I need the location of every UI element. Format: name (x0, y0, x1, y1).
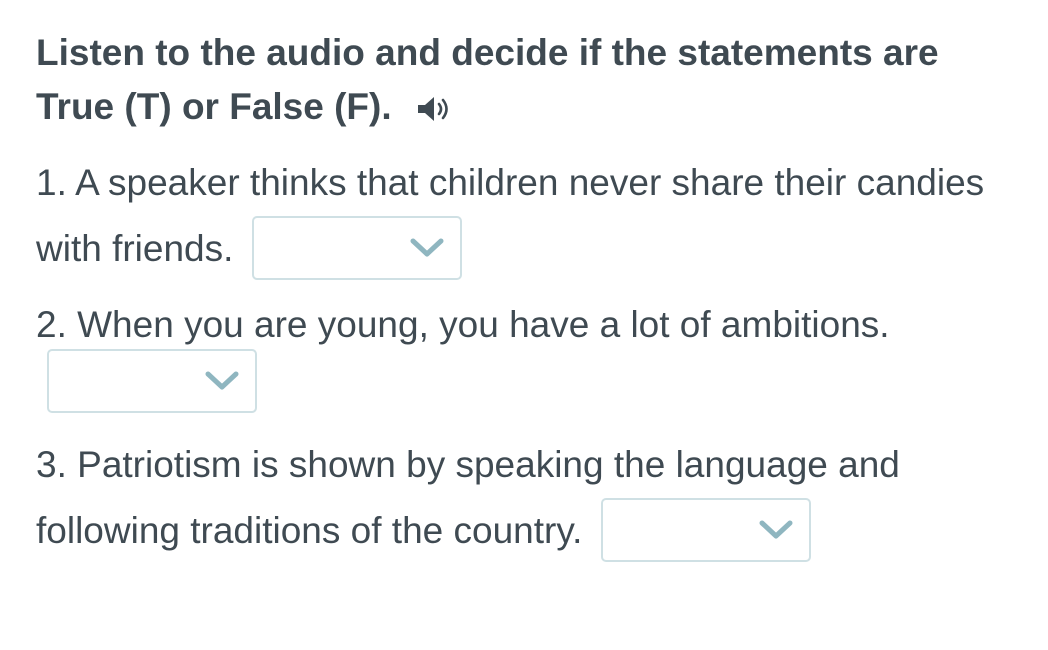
question-2-answer (47, 349, 257, 413)
answer-dropdown-3[interactable] (600, 498, 811, 563)
answer-dropdown-1[interactable] (251, 216, 462, 281)
answer-dropdown-2[interactable] (47, 349, 257, 413)
chevron-down-icon (757, 518, 795, 542)
speaker-icon[interactable] (416, 94, 454, 124)
chevron-down-icon (203, 369, 241, 393)
instructions-text: Listen to the audio and decide if the st… (36, 32, 939, 127)
exercise-page: Listen to the audio and decide if the st… (0, 0, 1048, 650)
question-3: 3. Patriotism is shown by speaking the l… (36, 432, 1026, 564)
question-1-text: 1. A speaker thinks that children never … (36, 162, 985, 269)
question-2-text: 2. When you are young, you have a lot of… (36, 304, 890, 345)
chevron-down-icon (408, 236, 446, 260)
question-1: 1. A speaker thinks that children never … (36, 150, 1026, 282)
instructions-heading: Listen to the audio and decide if the st… (36, 26, 1026, 134)
